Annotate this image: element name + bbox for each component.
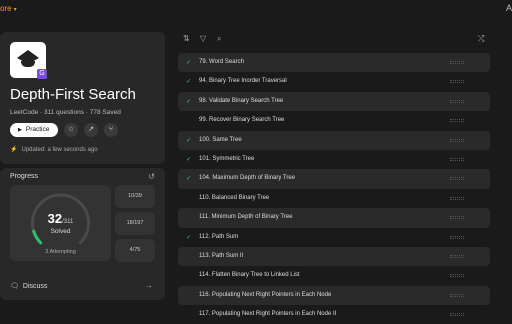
progress-label: Progress	[10, 173, 39, 180]
difficulty-bar	[450, 80, 464, 84]
question-row[interactable]: 114. Flatten Binary Tree to Linked List	[178, 266, 490, 285]
list-subtitle: LeetCode · 311 questions · 778 Saved	[10, 109, 121, 116]
check-icon: ✓	[186, 155, 192, 163]
check-icon: ✓	[186, 78, 192, 86]
search-icon[interactable]: ⌕	[217, 34, 221, 44]
question-row[interactable]: 113. Path Sum II	[178, 246, 490, 267]
question-row[interactable]: ✓ 104. Maximum Depth of Binary Tree	[178, 169, 490, 189]
difficulty-bar	[450, 235, 464, 239]
check-icon: ✓	[186, 136, 192, 144]
difficulty-bar	[450, 313, 464, 317]
question-title: 79. Word Search	[199, 59, 244, 65]
check-icon: ✓	[186, 175, 192, 183]
discuss-label: Discuss	[22, 283, 48, 290]
question-row[interactable]: 116. Populating Next Right Pointers in E…	[178, 285, 490, 306]
more-menu[interactable]: ore ▾	[0, 4, 17, 13]
question-title: 112. Path Sum	[199, 233, 239, 240]
arrow-right-icon[interactable]: →	[145, 281, 153, 290]
difficulty-bar	[450, 119, 464, 123]
discuss-link[interactable]: 🗨 Discuss	[10, 282, 47, 290]
play-icon: ▶	[18, 127, 22, 133]
practice-label: Practice	[25, 126, 50, 133]
corner-label[interactable]: A	[506, 3, 512, 13]
solved-label: Solved	[50, 228, 71, 235]
medium-stat: 18/197	[115, 212, 155, 235]
check-icon: ✓	[186, 59, 192, 66]
updated-text: Updated: a few seconds ago	[21, 147, 98, 153]
question-title: 113. Path Sum II	[199, 252, 244, 259]
chevron-down-icon: ▾	[13, 7, 17, 13]
more-label: ore	[0, 4, 12, 13]
sort-icon[interactable]: ⇅	[183, 34, 190, 43]
question-title: 111. Minimum Depth of Binary Tree	[199, 214, 293, 221]
top-bar: ore ▾ A	[0, 0, 512, 20]
question-row[interactable]: ✓ 100. Same Tree	[178, 130, 490, 150]
question-title: 117. Populating Next Right Pointers in E…	[199, 311, 337, 318]
solved-count: 32/311	[10, 211, 111, 226]
total-value: /311	[62, 219, 74, 225]
question-row[interactable]: 110. Balanced Binary Tree	[178, 189, 490, 208]
question-title: 104. Maximum Depth of Binary Tree	[199, 175, 296, 182]
star-icon[interactable]: ☆	[64, 123, 78, 137]
question-row[interactable]: ✓ 101. Symmetric Tree	[178, 150, 490, 169]
list-logo: G	[10, 42, 47, 79]
easy-stat: 10/39	[115, 185, 155, 208]
check-icon: ✓	[186, 97, 192, 105]
updated-status: ⚡ Updated: a few seconds ago	[10, 146, 98, 153]
question-title: 100. Same Tree	[199, 136, 242, 143]
problem-list-info-card: G Depth-First Search LeetCode · 311 ques…	[0, 32, 165, 164]
difficulty-bar	[450, 138, 464, 142]
bolt-icon: ⚡	[10, 147, 18, 153]
share-icon[interactable]: ↗	[84, 123, 98, 137]
graduation-cap-icon	[17, 50, 39, 58]
reset-icon[interactable]: ↺	[148, 172, 155, 181]
difficulty-bar	[450, 293, 464, 297]
difficulty-bar	[450, 99, 464, 103]
attempting-label: 3 Attempting	[45, 249, 76, 255]
fork-icon[interactable]: ⑂	[104, 123, 118, 137]
logo-badge: G	[37, 69, 47, 79]
question-row[interactable]: 99. Recover Binary Search Tree	[178, 111, 490, 130]
question-row[interactable]: 117. Populating Next Right Pointers in E…	[178, 305, 490, 324]
question-row[interactable]: 111. Minimum Depth of Binary Tree	[178, 208, 490, 228]
question-row[interactable]: ✓ 94. Binary Tree Inorder Traversal	[178, 72, 490, 91]
practice-button[interactable]: ▶ Practice	[10, 123, 58, 137]
question-title: 98. Validate Binary Search Tree	[199, 97, 284, 104]
question-title: 99. Recover Binary Search Tree	[199, 117, 285, 124]
difficulty-bar	[450, 274, 464, 278]
question-title: 110. Balanced Binary Tree	[199, 194, 270, 201]
question-title: 114. Flatten Binary Tree to Linked List	[199, 272, 300, 279]
graduation-cap-icon-base	[21, 61, 35, 67]
difficulty-bar	[450, 254, 464, 258]
chat-icon: 🗨	[10, 283, 19, 290]
solved-value: 32	[47, 211, 63, 226]
question-row[interactable]: ✓ 79. Word Search	[178, 53, 490, 73]
hard-stat: 4/75	[115, 239, 155, 262]
question-title: 101. Symmetric Tree	[199, 155, 255, 162]
difficulty-bar	[450, 61, 464, 64]
list-title: Depth-First Search	[10, 86, 136, 103]
list-toolbar: ⇅ ▽ ⌕ ⤮	[178, 32, 490, 48]
progress-card: Progress ↺ 32/311 Solved 3 Attempting 10…	[0, 168, 165, 300]
progress-ring: 32/311 Solved 3 Attempting	[10, 185, 111, 261]
filter-icon[interactable]: ▽	[200, 34, 206, 43]
question-title: 116. Populating Next Right Pointers in E…	[199, 291, 332, 298]
shuffle-icon[interactable]: ⤮	[478, 34, 484, 44]
question-row[interactable]: ✓ 112. Path Sum	[178, 228, 490, 247]
difficulty-bar	[450, 196, 464, 200]
difficulty-bar	[450, 177, 464, 181]
difficulty-bar	[450, 157, 464, 161]
question-row[interactable]: ✓ 98. Validate Binary Search Tree	[178, 91, 490, 112]
difficulty-bar	[450, 216, 464, 220]
check-icon: ✓	[186, 233, 192, 241]
question-list: ✓ 79. Word Search ✓ 94. Binary Tree Inorder…	[178, 53, 490, 324]
question-title: 94. Binary Tree Inorder Traversal	[199, 78, 287, 85]
